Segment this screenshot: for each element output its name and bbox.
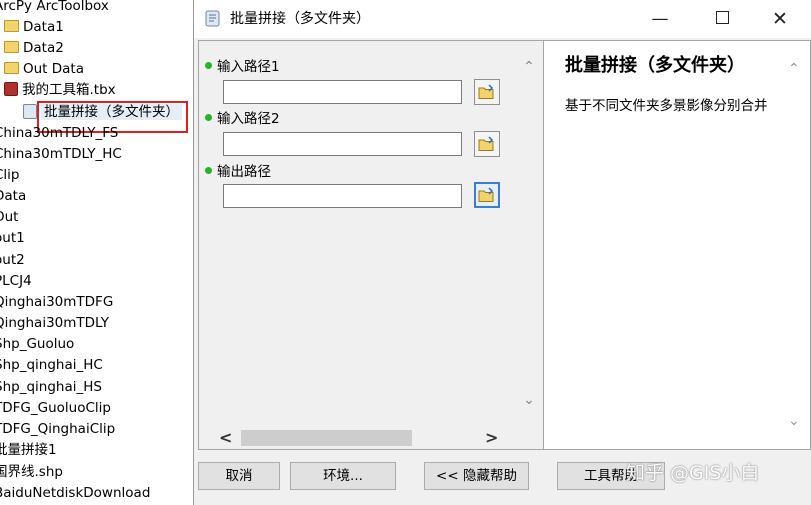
folder-icon: [4, 20, 19, 32]
input-path2-field[interactable]: [223, 132, 462, 156]
tree-item[interactable]: Data: [0, 186, 26, 207]
param-label-text: 输入路径1: [217, 59, 280, 75]
tree-item-label: Clip: [0, 167, 20, 183]
tree-item[interactable]: Out: [0, 207, 18, 228]
tree-item-label: Data: [0, 188, 27, 204]
input-path1-field[interactable]: [223, 80, 462, 104]
tree-item[interactable]: Shp_qinghai_HC: [0, 355, 103, 376]
tree-item-label: 我的工具箱.tbx: [22, 82, 116, 98]
tree-item-label: Qinghai30mTDLY: [0, 315, 110, 331]
scrollbar-thumb[interactable]: [241, 430, 412, 446]
tree-item-label: ArcPy ArcToolbox: [0, 0, 109, 14]
tree-item[interactable]: Qinghai30mTDLY: [0, 313, 109, 334]
param-label-output: 输出路径: [205, 163, 271, 181]
tree-item-label: TDFG_GuoluoClip: [0, 400, 111, 416]
scroll-left-arrow[interactable]: <: [219, 428, 235, 448]
param-label-input2: 输入路径2: [205, 110, 280, 128]
tree-item-arcpy-arctoolbox[interactable]: ArcPy ArcToolbox: [0, 0, 109, 17]
tree-item[interactable]: 批量拼接1: [0, 440, 57, 461]
tree-item-label: Shp_Guoluo: [0, 336, 75, 352]
tree-item[interactable]: out1: [0, 228, 25, 249]
tree-item[interactable]: Shp_qinghai_HS: [0, 377, 102, 398]
minimize-icon: —: [651, 9, 669, 29]
tree-item-label: 批量拼接1: [0, 442, 57, 458]
help-pane: 批量拼接（多文件夹） 基于不同文件夹多景影像分别合并 ⌃ ⌄: [543, 40, 811, 450]
browse-input2-button[interactable]: [474, 131, 500, 157]
tree-item[interactable]: Clip: [0, 165, 20, 186]
help-title: 批量拼接（多文件夹）: [565, 55, 745, 76]
maximize-icon: [715, 10, 729, 24]
open-folder-icon: [478, 136, 494, 151]
tree-item[interactable]: 国界线.shp: [0, 462, 63, 483]
dialog-title: 批量拼接（多文件夹）: [230, 11, 370, 27]
scroll-right-arrow[interactable]: >: [485, 428, 501, 448]
browse-input1-button[interactable]: [474, 79, 500, 105]
help-scroll-down-arrow[interactable]: ⌄: [788, 413, 800, 429]
tree-item-data1[interactable]: Data1: [4, 17, 64, 38]
param-label-input1: 输入路径1: [205, 58, 280, 76]
tree-item[interactable]: Qinghai30mTDFG: [0, 292, 113, 313]
tree-item-label: BaiduNetdiskDownload: [0, 485, 151, 501]
tree-item-label: China30mTDLY_HC: [0, 146, 122, 162]
folder-icon: [4, 41, 19, 53]
required-dot-icon: [205, 166, 212, 174]
help-description: 基于不同文件夹多景影像分别合并: [565, 98, 768, 114]
tree-item-label: Shp_qinghai_HC: [0, 357, 103, 373]
tree-item-label: Shp_qinghai_HS: [0, 379, 102, 395]
tree-item-label: TDFG_QinghaiClip: [0, 421, 116, 437]
open-folder-icon: [478, 84, 494, 99]
required-dot-icon: [205, 113, 212, 121]
close-icon: ✕: [772, 8, 788, 30]
maximize-button[interactable]: [699, 0, 745, 38]
tree-item[interactable]: China30mTDLY_FS: [0, 123, 118, 144]
close-button[interactable]: ✕: [757, 0, 803, 38]
watermark: 知乎 @GIS小白: [626, 462, 760, 484]
script-tool-icon: [23, 103, 37, 119]
tree-item[interactable]: TDFG_GuoluoClip: [0, 398, 111, 419]
folder-icon: [4, 62, 19, 74]
tree-item-label: Out Data: [23, 61, 85, 77]
help-scroll-up-arrow[interactable]: ⌃: [788, 61, 800, 77]
tree-item[interactable]: BaiduNetdiskDownload: [0, 483, 150, 504]
tree-item-out-data[interactable]: Out Data: [4, 59, 84, 80]
scroll-down-arrow[interactable]: ⌄: [519, 392, 539, 408]
script-tool-icon: [205, 10, 220, 27]
tree-item[interactable]: Shp_Guoluo: [0, 334, 74, 355]
open-folder-icon: [478, 187, 494, 202]
tree-item-label: Out: [0, 209, 19, 225]
scroll-up-arrow[interactable]: ⌃: [519, 59, 539, 75]
output-path-field[interactable]: [223, 184, 462, 208]
required-dot-icon: [205, 61, 212, 69]
title-bar[interactable]: 批量拼接（多文件夹） — ✕: [194, 0, 811, 38]
catalog-tree: ArcPy ArcToolbox Data1 Data2 Out Data 我的…: [0, 0, 193, 505]
param-label-text: 输出路径: [217, 164, 271, 180]
cancel-button[interactable]: 取消: [198, 462, 280, 490]
tree-item-label: Qinghai30mTDFG: [0, 294, 114, 310]
hide-help-button[interactable]: << 隐藏帮助: [424, 462, 529, 490]
tree-item-toolbox[interactable]: 我的工具箱.tbx: [4, 80, 116, 101]
tree-item-label: out2: [0, 252, 25, 268]
tree-item-label: out1: [0, 230, 25, 246]
tree-item[interactable]: out2: [0, 250, 25, 271]
tree-item[interactable]: China30mTDLY_HC: [0, 144, 122, 165]
tree-item-label: Data2: [23, 40, 64, 56]
param-label-text: 输入路径2: [217, 111, 280, 127]
tree-item-label: 国界线.shp: [0, 464, 63, 480]
tree-item-data2[interactable]: Data2: [4, 38, 64, 59]
tree-item-label: China30mTDLY_FS: [0, 125, 119, 141]
environments-button[interactable]: 环境...: [290, 462, 396, 490]
tool-dialog: 批量拼接（多文件夹） — ✕ 输入路径1 输入路径2 输出路径 ⌃ ⌄ < > …: [193, 0, 811, 505]
tree-item-label: Data1: [23, 19, 64, 35]
minimize-button[interactable]: —: [637, 0, 683, 38]
browse-output-button[interactable]: [474, 182, 500, 208]
tree-item-label: PLCJ4: [0, 273, 32, 289]
tree-item[interactable]: TDFG_QinghaiClip: [0, 419, 115, 440]
toolbox-icon: [4, 82, 18, 96]
horizontal-scrollbar[interactable]: < >: [199, 428, 539, 448]
tree-item[interactable]: PLCJ4: [0, 271, 32, 292]
